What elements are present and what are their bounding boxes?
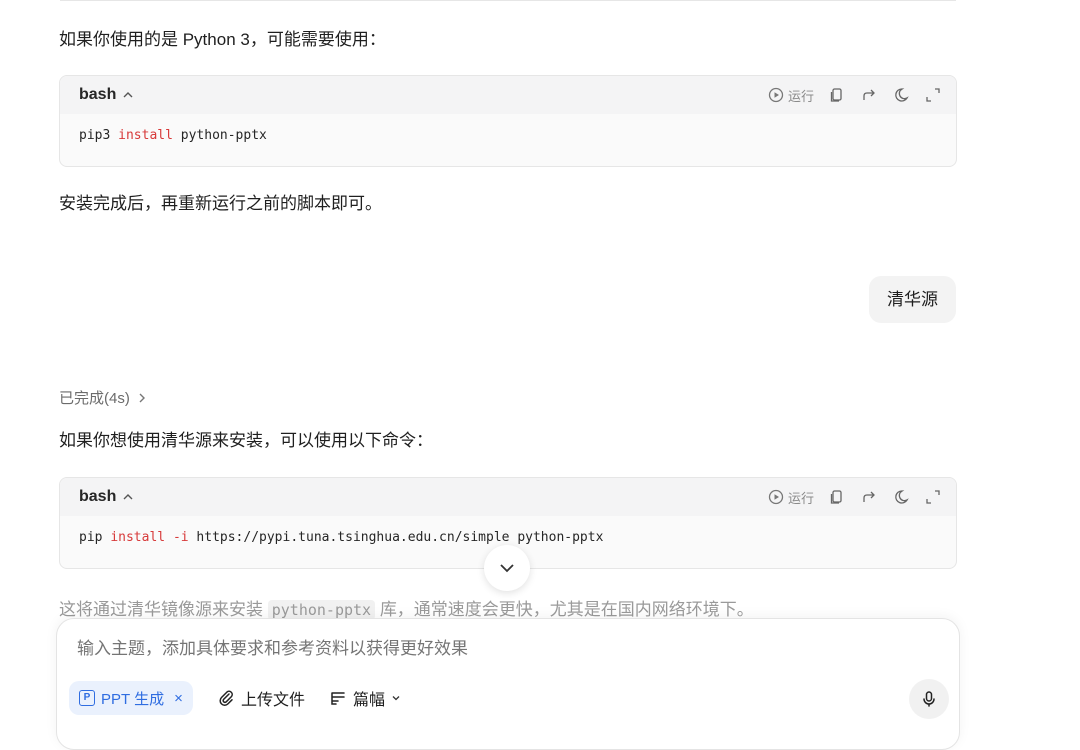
message-text: 安装完成后，再重新运行之前的脚本即可。: [59, 194, 382, 213]
length-label: 篇幅: [353, 692, 386, 709]
ppt-mode-chip[interactable]: P PPT 生成 ×: [69, 681, 193, 715]
ppt-icon: P: [79, 690, 95, 706]
share-icon: [863, 89, 875, 100]
thinking-status-toggle[interactable]: 已完成(4s): [59, 387, 148, 408]
upload-label: 上传文件: [241, 692, 306, 709]
theme-icon: [895, 490, 909, 504]
theme-button[interactable]: [892, 86, 910, 104]
code-command: pip: [79, 530, 103, 545]
theme-button[interactable]: [892, 488, 910, 506]
code-block-header: bash 运行: [60, 478, 956, 516]
code-block-header: bash 运行: [60, 76, 956, 114]
chevron-right-icon: [139, 393, 145, 402]
code-language-toggle[interactable]: bash: [79, 86, 134, 104]
faded-text-prefix: 这将通过清华镜像源来安装: [59, 600, 263, 619]
message-text-faded: 这将通过清华镜像源来安装 python-pptx 库，通常速度会更快，尤其是在国…: [59, 595, 754, 620]
inline-code: python-pptx: [267, 600, 376, 620]
chevron-up-icon: [123, 92, 133, 98]
expand-icon: [926, 88, 940, 102]
scroll-to-bottom-button[interactable]: [484, 545, 530, 591]
theme-icon: [895, 88, 909, 102]
divider: [60, 0, 956, 1]
run-button[interactable]: 运行: [768, 86, 814, 105]
status-label: 已完成(4s): [59, 390, 130, 407]
code-args: python-pptx: [172, 128, 267, 143]
play-circle-icon: [768, 489, 784, 505]
paperclip-icon: [219, 690, 233, 706]
prompt-input[interactable]: [77, 639, 917, 659]
list-icon: [331, 692, 345, 705]
share-button[interactable]: [860, 488, 878, 506]
user-message-bubble: 清华源: [869, 276, 956, 323]
code-keyword: install: [110, 530, 166, 545]
length-dropdown[interactable]: 篇幅: [329, 681, 401, 715]
copy-icon: [830, 88, 842, 102]
voice-input-button[interactable]: [909, 679, 949, 719]
expand-button[interactable]: [924, 86, 942, 104]
copy-icon: [830, 490, 842, 504]
code-command: pip3: [79, 128, 111, 143]
code-content[interactable]: pip3 install python-pptx: [60, 114, 956, 166]
play-circle-icon: [768, 87, 784, 103]
run-label: 运行: [787, 88, 814, 104]
composer: P PPT 生成 × 上传文件 篇幅: [56, 618, 960, 750]
run-button[interactable]: 运行: [768, 488, 814, 507]
share-button[interactable]: [860, 86, 878, 104]
code-keyword: install: [118, 128, 173, 143]
copy-button[interactable]: [828, 488, 846, 506]
upload-file-button[interactable]: 上传文件: [217, 681, 305, 715]
code-language-toggle[interactable]: bash: [79, 488, 134, 506]
message-text: 如果你使用的是 Python 3，可能需要使用：: [59, 30, 386, 49]
chevron-down-icon: [500, 564, 514, 573]
run-label: 运行: [787, 490, 814, 506]
expand-button[interactable]: [924, 488, 942, 506]
faded-text-suffix: 库，通常速度会更快，尤其是在国内网络环境下。: [379, 600, 754, 619]
code-language-label: bash: [79, 488, 117, 505]
message-text: 如果你想使用清华源来安装，可以使用以下命令：: [59, 431, 433, 450]
copy-button[interactable]: [828, 86, 846, 104]
chip-label: PPT 生成: [101, 690, 165, 708]
code-args: https://pypi.tuna.tsinghua.edu.cn/simple…: [188, 530, 604, 545]
code-block: bash 运行 pip3 install python-pptx: [59, 75, 957, 167]
code-flag: -i: [172, 530, 189, 545]
chevron-up-icon: [123, 494, 133, 500]
chip-close-button[interactable]: ×: [174, 690, 183, 707]
expand-icon: [926, 490, 940, 504]
microphone-icon: [923, 691, 935, 707]
code-language-label: bash: [79, 86, 117, 103]
share-icon: [863, 491, 875, 502]
chevron-down-icon: [392, 696, 400, 701]
